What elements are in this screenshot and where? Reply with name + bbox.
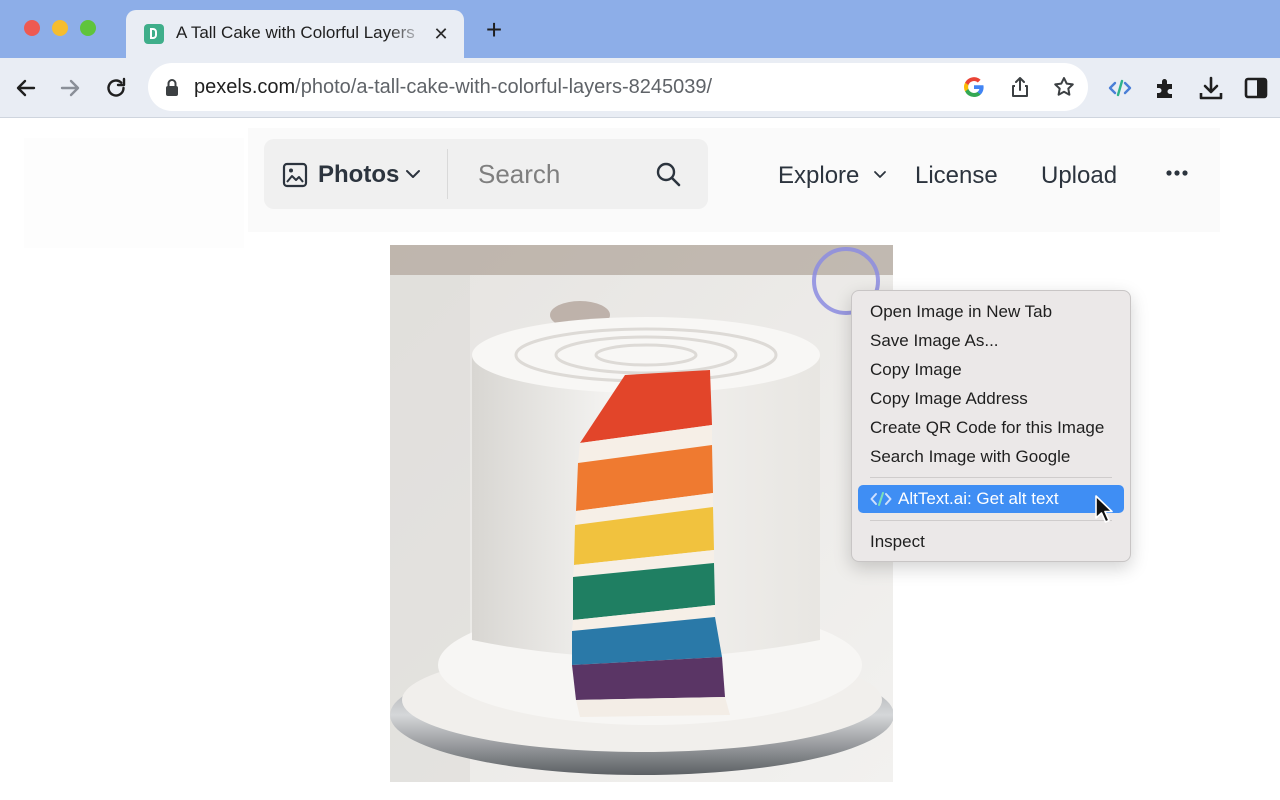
chevron-down-icon[interactable] <box>872 169 888 181</box>
menu-copy-image[interactable]: Copy Image <box>870 357 962 383</box>
cake-photo-illustration <box>390 245 893 782</box>
back-arrow-icon[interactable] <box>12 74 40 102</box>
nav-upload[interactable]: Upload <box>1041 162 1117 190</box>
pexels-favicon-icon <box>144 24 164 44</box>
browser-tab-active[interactable]: A Tall Cake with Colorful Layers ✕ <box>126 10 464 58</box>
browser-titlebar: A Tall Cake with Colorful Layers ✕ + <box>0 0 1280 58</box>
menu-open-image-new-tab[interactable]: Open Image in New Tab <box>870 299 1052 325</box>
context-menu: Open Image in New Tab Save Image As... C… <box>851 290 1131 562</box>
media-type-dropdown[interactable]: Photos <box>318 161 399 189</box>
extensions-puzzle-icon[interactable] <box>1152 74 1180 102</box>
menu-alttext-get-alt-text[interactable]: AltText.ai: Get alt text <box>858 485 1124 513</box>
lock-icon[interactable] <box>164 77 180 97</box>
cake-photo[interactable] <box>390 245 893 782</box>
menu-search-image-google[interactable]: Search Image with Google <box>870 444 1070 470</box>
nav-explore[interactable]: Explore <box>778 162 859 190</box>
menu-create-qr-code[interactable]: Create QR Code for this Image <box>870 415 1104 441</box>
alttext-extension-icon[interactable] <box>1106 74 1134 102</box>
browser-toolbar: pexels.com/photo/a-tall-cake-with-colorf… <box>0 58 1280 118</box>
minimize-window-button[interactable] <box>52 20 68 36</box>
google-lens-g-icon[interactable] <box>962 75 986 99</box>
forward-arrow-icon[interactable] <box>56 74 84 102</box>
header-left-area <box>24 138 244 248</box>
search-divider <box>447 149 448 199</box>
search-icon[interactable] <box>654 160 682 188</box>
side-panel-icon[interactable] <box>1242 74 1270 102</box>
url-text[interactable]: pexels.com/photo/a-tall-cake-with-colorf… <box>194 76 712 99</box>
zoom-window-button[interactable] <box>80 20 96 36</box>
menu-separator <box>870 520 1112 521</box>
search-input[interactable] <box>478 157 638 191</box>
menu-copy-image-address[interactable]: Copy Image Address <box>870 386 1028 412</box>
reload-icon[interactable] <box>102 74 130 102</box>
search-bar[interactable]: Photos <box>264 139 708 209</box>
share-icon[interactable] <box>1008 75 1032 99</box>
menu-save-image-as[interactable]: Save Image As... <box>870 328 999 354</box>
nav-license[interactable]: License <box>915 162 998 190</box>
address-bar[interactable]: pexels.com/photo/a-tall-cake-with-colorf… <box>148 63 1088 111</box>
bookmark-star-icon[interactable] <box>1052 75 1076 99</box>
menu-separator <box>870 477 1112 478</box>
tab-title: A Tall Cake with Colorful Layers <box>176 23 415 42</box>
tab-close-icon[interactable]: ✕ <box>430 23 452 45</box>
close-window-button[interactable] <box>24 20 40 36</box>
alttext-code-icon <box>870 492 892 506</box>
download-icon[interactable] <box>1197 74 1225 102</box>
mouse-pointer-icon <box>1095 495 1113 523</box>
new-tab-button[interactable]: + <box>482 16 506 44</box>
menu-inspect[interactable]: Inspect <box>870 529 925 555</box>
image-icon <box>282 162 308 188</box>
menu-alttext-label: AltText.ai: Get alt text <box>898 489 1059 508</box>
more-options-icon[interactable] <box>1164 166 1190 180</box>
chevron-down-icon[interactable] <box>404 167 422 181</box>
